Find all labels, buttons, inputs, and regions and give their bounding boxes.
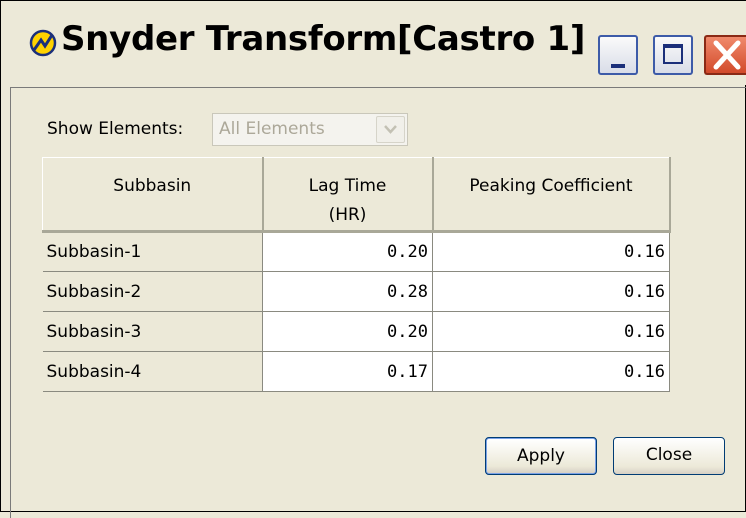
show-elements-dropdown[interactable]: All Elements [212,113,408,146]
chevron-down-icon [384,125,397,134]
show-elements-value: All Elements [219,119,325,139]
window-title: Snyder Transform[Castro 1] [61,19,586,59]
title-bar[interactable]: Snyder Transform[Castro 1] [1,1,746,85]
column-header-peaking-coefficient[interactable]: Peaking Coefficient [432,157,671,233]
hec-hms-icon [29,29,57,57]
table-row: Subbasin-2 0.28 0.16 [42,271,670,312]
subbasin-name-cell: Subbasin-1 [42,231,263,272]
close-window-button[interactable] [704,35,746,75]
snyder-parameters-table: Subbasin Lag Time (HR) Peaking Coefficie… [42,157,671,392]
minimize-button[interactable] [598,35,638,75]
show-elements-label: Show Elements: [47,119,184,139]
peaking-coefficient-cell[interactable]: 0.16 [432,271,670,312]
lag-time-cell[interactable]: 0.28 [262,271,433,312]
lag-time-cell[interactable]: 0.20 [262,231,433,272]
subbasin-name-cell: Subbasin-2 [42,271,263,312]
maximize-icon [663,44,683,64]
header-peaking-label: Peaking Coefficient [469,176,633,196]
peaking-coefficient-cell[interactable]: 0.16 [432,231,670,272]
dropdown-button[interactable] [376,116,405,143]
peaking-coefficient-cell[interactable]: 0.16 [432,311,670,352]
table-header-row: Subbasin Lag Time (HR) Peaking Coefficie… [42,157,671,233]
lag-time-cell[interactable]: 0.17 [262,351,433,392]
header-subbasin-label: Subbasin [113,176,192,196]
column-header-lag-time[interactable]: Lag Time (HR) [262,157,434,233]
minimize-icon [611,64,625,68]
header-lag-time-label: Lag Time (HR) [308,176,387,225]
table-row: Subbasin-1 0.20 0.16 [42,231,670,272]
close-icon [713,40,741,70]
peaking-coefficient-cell[interactable]: 0.16 [432,351,670,392]
table-row: Subbasin-4 0.17 0.16 [42,351,670,392]
snyder-transform-window: Snyder Transform[Castro 1] Show Elements… [0,0,746,518]
maximize-button[interactable] [653,35,693,75]
lag-time-cell[interactable]: 0.20 [262,311,433,352]
column-header-subbasin[interactable]: Subbasin [42,157,264,233]
subbasin-name-cell: Subbasin-3 [42,311,263,352]
close-button[interactable]: Close [613,437,725,475]
table-row: Subbasin-3 0.20 0.16 [42,311,670,352]
subbasin-name-cell: Subbasin-4 [42,351,263,392]
apply-button[interactable]: Apply [485,437,597,475]
